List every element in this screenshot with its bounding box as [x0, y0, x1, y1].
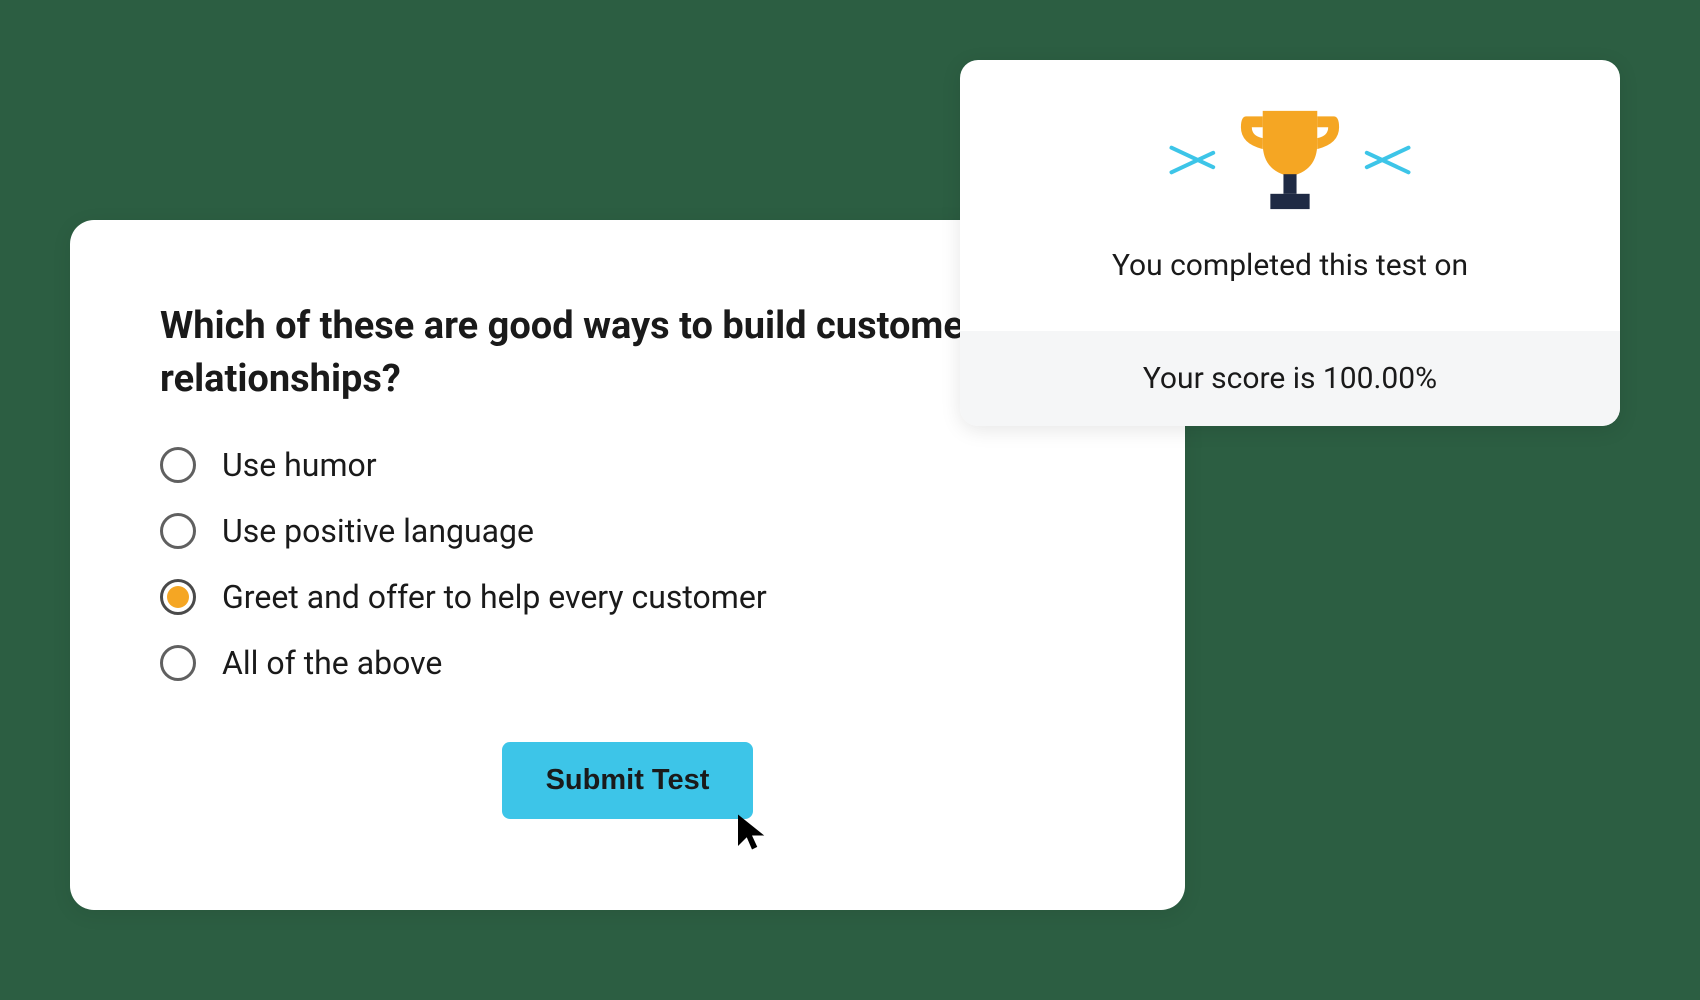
option-label: Greet and offer to help every customer: [222, 578, 767, 616]
radio-icon: [160, 513, 196, 549]
submit-test-button[interactable]: Submit Test: [502, 742, 754, 819]
radio-icon: [160, 447, 196, 483]
trophy-container: [1000, 100, 1580, 220]
score-text: Your score is 100.00%: [960, 331, 1620, 426]
question-text: Which of these are good ways to build cu…: [160, 300, 1095, 406]
radio-icon: [160, 579, 196, 615]
quiz-option-3[interactable]: All of the above: [160, 644, 1095, 682]
sparkle-right-icon: [1365, 150, 1415, 170]
submit-label: Submit Test: [546, 764, 710, 796]
quiz-option-1[interactable]: Use positive language: [160, 512, 1095, 550]
option-label: All of the above: [222, 644, 442, 682]
trophy-icon: [1235, 100, 1345, 220]
quiz-option-2[interactable]: Greet and offer to help every customer: [160, 578, 1095, 616]
result-top-section: You completed this test on: [960, 60, 1620, 331]
option-label: Use humor: [222, 446, 377, 484]
sparkle-left-icon: [1165, 150, 1215, 170]
option-label: Use positive language: [222, 512, 534, 550]
cursor-icon: [731, 809, 773, 855]
result-card: You completed this test on Your score is…: [960, 60, 1620, 426]
completion-text: You completed this test on: [1000, 248, 1580, 283]
radio-icon: [160, 645, 196, 681]
quiz-option-0[interactable]: Use humor: [160, 446, 1095, 484]
